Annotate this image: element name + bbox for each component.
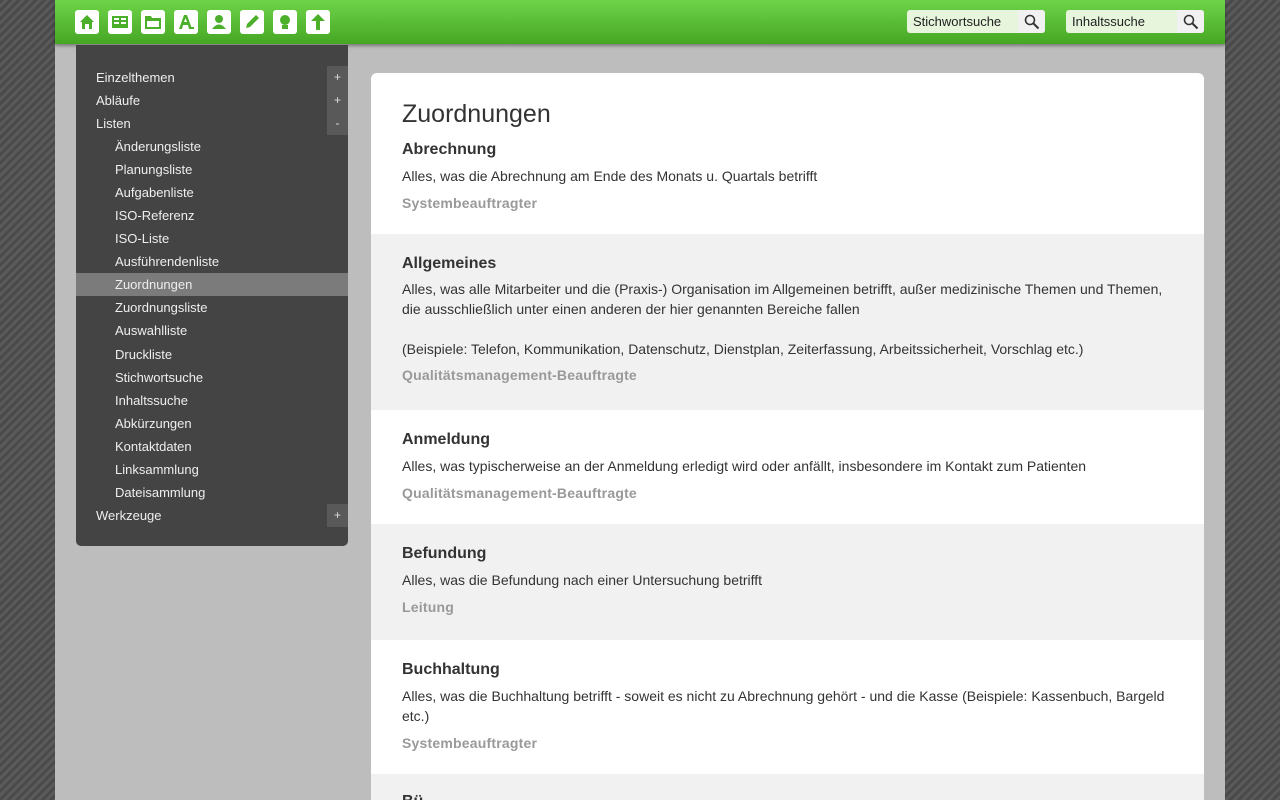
sidebar-item-label: Aufgabenliste xyxy=(115,185,194,200)
entry-title[interactable]: Anmeldung xyxy=(402,431,490,449)
sidebar-item-label: Inhaltssuche xyxy=(115,393,188,408)
entry-description: Alles, was typischerweise an der Anmeldu… xyxy=(402,458,1087,474)
lightbulb-icon[interactable] xyxy=(273,10,297,34)
entry-description: Alles, was die Buchhaltung betrifft - so… xyxy=(402,688,1165,724)
sidebar-item-label: Planungsliste xyxy=(115,162,193,177)
sidebar-item-aufgabenliste[interactable]: Aufgabenliste xyxy=(76,181,348,204)
content-search xyxy=(1066,10,1204,33)
entry-title[interactable]: Befundung xyxy=(402,545,486,563)
sidebar-item-label: ISO-Referenz xyxy=(115,208,195,223)
font-icon[interactable] xyxy=(174,10,198,34)
sidebar-item-inhaltssuche[interactable]: Inhaltssuche xyxy=(76,389,348,412)
sidebar-item-dateisammlung[interactable]: Dateisammlung xyxy=(76,481,348,504)
sidebar-item-stichwortsuche[interactable]: Stichwortsuche xyxy=(76,366,348,389)
sidebar-item-label: Auswahlliste xyxy=(115,323,188,338)
entry-title[interactable]: Allgemeines xyxy=(402,255,496,273)
list-item: Allgemeines Alles, was alle Mitarbeiter … xyxy=(371,234,1204,410)
sidebar-item-label: Einzelthemen xyxy=(96,70,175,85)
search-icon xyxy=(1183,14,1198,29)
expand-toggle[interactable]: + xyxy=(327,89,348,112)
top-toolbar xyxy=(55,0,1225,44)
list-item: Buchhaltung Alles, was die Buchhaltung b… xyxy=(371,640,1204,774)
sidebar-item-werkzeuge[interactable]: Werkzeuge + xyxy=(76,504,348,527)
sidebar-item-label: Kontaktdaten xyxy=(115,439,192,454)
sidebar-item-label: Zuordnungsliste xyxy=(115,300,208,315)
keyword-search xyxy=(907,10,1045,33)
entry-description: Alles, was alle Mitarbeiter und die (Pra… xyxy=(402,281,1163,317)
entry-title[interactable]: Abrechnung xyxy=(402,141,496,159)
entry-title[interactable]: Buchhaltung xyxy=(402,661,500,679)
list-item: Anmeldung Alles, was typischerweise an d… xyxy=(371,410,1204,524)
sidebar-item-einzelthemen[interactable]: Einzelthemen + xyxy=(76,66,348,89)
main-content: Zuordnungen Abrechnung Alles, was die Ab… xyxy=(371,73,1204,800)
sidebar-item-ausfuehrendenliste[interactable]: Ausführendenliste xyxy=(76,250,348,273)
list-item: Abrechnung Alles, was die Abrechnung am … xyxy=(371,133,1204,233)
pencil-icon[interactable] xyxy=(240,10,264,34)
folder-icon[interactable] xyxy=(141,10,165,34)
entry-description-examples: (Beispiele: Telefon, Kommunikation, Date… xyxy=(402,341,1084,357)
page-title: Zuordnungen xyxy=(402,100,551,128)
sidebar-item-zuordnungsliste[interactable]: Zuordnungsliste xyxy=(76,296,348,319)
entry-role: Leitung xyxy=(402,599,454,615)
sidebar-item-iso-referenz[interactable]: ISO-Referenz xyxy=(76,204,348,227)
collapse-toggle[interactable]: - xyxy=(327,112,348,135)
sidebar-item-label: Abläufe xyxy=(96,93,141,108)
sidebar-item-zuordnungen[interactable]: Zuordnungen xyxy=(76,273,348,296)
sidebar-item-label: Stichwortsuche xyxy=(115,370,204,385)
sidebar-item-kontaktdaten[interactable]: Kontaktdaten xyxy=(76,435,348,458)
entry-role: Systembeauftragter xyxy=(402,195,538,211)
nav-icon-group xyxy=(75,10,330,34)
sidebar-item-label: ISO-Liste xyxy=(115,231,170,246)
sidebar-item-label: Listen xyxy=(96,116,131,131)
entry-description: Alles, was die Abrechnung am Ende des Mo… xyxy=(402,168,818,184)
home-icon[interactable] xyxy=(75,10,99,34)
entry-role: Qualitätsmanagement-Beauftragte xyxy=(402,367,637,383)
search-icon xyxy=(1024,14,1039,29)
sidebar-item-label: Druckliste xyxy=(115,347,173,362)
list-item: Befundung Alles, was die Befundung nach … xyxy=(371,524,1204,640)
entry-title[interactable]: Bü xyxy=(402,793,423,800)
sidebar-item-label: Dateisammlung xyxy=(115,485,206,500)
sidebar-item-auswahlliste[interactable]: Auswahlliste xyxy=(76,319,348,342)
sidebar-item-label: Abkürzungen xyxy=(115,416,192,431)
expand-toggle[interactable]: + xyxy=(327,66,348,89)
sidebar-item-aenderungsliste[interactable]: Änderungsliste xyxy=(76,135,348,158)
sidebar-item-druckliste[interactable]: Druckliste xyxy=(76,343,348,366)
book-icon[interactable] xyxy=(108,10,132,34)
expand-toggle[interactable]: + xyxy=(327,504,348,527)
sidebar-item-label: Ausführendenliste xyxy=(115,254,220,269)
sidebar-item-linksammlung[interactable]: Linksammlung xyxy=(76,458,348,481)
sidebar-item-label: Werkzeuge xyxy=(96,508,162,523)
sidebar-item-iso-liste[interactable]: ISO-Liste xyxy=(76,227,348,250)
page: Einzelthemen + Abläufe + Listen - Änderungs… xyxy=(55,0,1225,800)
sidebar-item-label: Zuordnungen xyxy=(115,277,193,292)
content-search-input[interactable] xyxy=(1066,10,1177,33)
list-item: Bü xyxy=(371,774,1204,800)
entry-role: Qualitätsmanagement-Beauftragte xyxy=(402,485,637,501)
entry-role: Systembeauftragter xyxy=(402,735,538,751)
sidebar-item-label: Änderungsliste xyxy=(115,139,201,154)
entry-description: Alles, was die Befundung nach einer Unte… xyxy=(402,572,763,588)
sidebar-item-abkuerzungen[interactable]: Abkürzungen xyxy=(76,412,348,435)
keyword-search-input[interactable] xyxy=(907,10,1018,33)
sidebar-item-ablaeufe[interactable]: Abläufe + xyxy=(76,89,348,112)
arrow-up-icon[interactable] xyxy=(306,10,330,34)
user-icon[interactable] xyxy=(207,10,231,34)
sidebar-item-listen[interactable]: Listen - xyxy=(76,112,348,135)
content-search-button[interactable] xyxy=(1177,10,1204,33)
sidebar-item-planungsliste[interactable]: Planungsliste xyxy=(76,158,348,181)
keyword-search-button[interactable] xyxy=(1018,10,1045,33)
sidebar: Einzelthemen + Abläufe + Listen - Änderungs… xyxy=(76,45,348,546)
sidebar-item-label: Linksammlung xyxy=(115,462,199,477)
